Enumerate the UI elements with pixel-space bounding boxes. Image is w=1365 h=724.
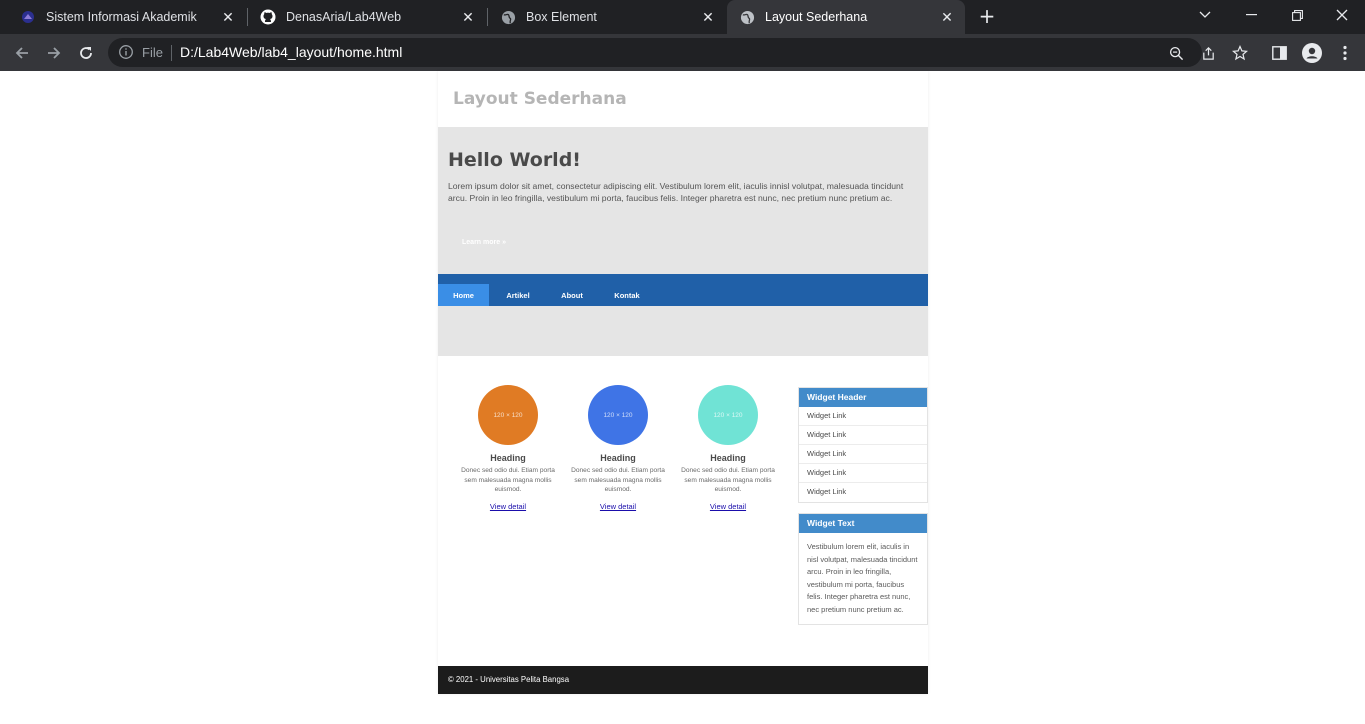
tab-title: Box Element: [526, 10, 597, 24]
widget-link[interactable]: Widget Link: [799, 407, 927, 426]
tab-title: DenasAria/Lab4Web: [286, 10, 402, 24]
restore-icon: [1291, 9, 1303, 21]
site-header: Layout Sederhana: [438, 71, 928, 127]
tab-title: Layout Sederhana: [765, 10, 868, 24]
bookmark-star-icon[interactable]: [1231, 44, 1249, 62]
view-detail-link[interactable]: View detail: [490, 502, 526, 511]
view-detail-link[interactable]: View detail: [710, 502, 746, 511]
close-window-button[interactable]: [1319, 0, 1365, 30]
scheme-label: File: [142, 45, 163, 60]
address-bar[interactable]: File D:/Lab4Web/lab4_layout/home.html: [108, 38, 1248, 67]
side-panel-icon[interactable]: [1268, 42, 1290, 64]
browser-toolbar: File D:/Lab4Web/lab4_layout/home.html: [0, 34, 1365, 71]
tab-sistem-informasi-akademik[interactable]: Sistem Informasi Akademik ✕: [8, 0, 246, 34]
reload-button[interactable]: [73, 40, 99, 66]
globe-icon: [500, 9, 516, 25]
widget-text-body: Vestibulum lorem elit, iaculis in nisl v…: [807, 542, 918, 614]
page-viewport: Layout Sederhana Hello World! Lorem ipsu…: [0, 71, 1365, 724]
widget-link[interactable]: Widget Link: [799, 483, 927, 502]
zoom-icon[interactable]: [1167, 44, 1185, 62]
card-image: 120 × 120: [698, 385, 758, 445]
tab-layout-sederhana[interactable]: Layout Sederhana ✕: [727, 0, 965, 34]
minimize-icon: [1245, 14, 1257, 16]
card-heading: Heading: [710, 453, 746, 463]
widget-link[interactable]: Widget Link: [799, 445, 927, 464]
card-text: Donec sed odio dui. Etiam porta sem male…: [461, 467, 555, 494]
view-detail-link[interactable]: View detail: [600, 502, 636, 511]
forward-button[interactable]: [41, 40, 67, 66]
page-container: Layout Sederhana Hello World! Lorem ipsu…: [438, 71, 928, 694]
card-text: Donec sed odio dui. Etiam porta sem male…: [571, 467, 665, 494]
close-icon[interactable]: ✕: [939, 9, 955, 25]
chevron-down-icon: [1199, 11, 1211, 18]
card-text: Donec sed odio dui. Etiam porta sem male…: [681, 467, 775, 494]
url-text[interactable]: D:/Lab4Web/lab4_layout/home.html: [180, 44, 402, 60]
widget-header: Widget Header: [799, 388, 927, 407]
globe-icon: [739, 9, 755, 25]
content-card: 120 × 120 Heading Donec sed odio dui. Et…: [678, 385, 778, 514]
new-tab-button[interactable]: +: [976, 6, 998, 28]
nav-item-about[interactable]: About: [548, 284, 596, 306]
close-icon[interactable]: ✕: [220, 9, 236, 25]
github-icon: [260, 9, 276, 25]
hero-text: Lorem ipsum dolor sit amet, consectetur …: [448, 181, 904, 204]
content-card: 120 × 120 Heading Donec sed odio dui. Et…: [458, 385, 558, 514]
info-icon[interactable]: [118, 44, 134, 60]
content-card: 120 × 120 Heading Donec sed odio dui. Et…: [568, 385, 668, 514]
more-menu-icon[interactable]: [1334, 42, 1356, 64]
academic-icon: [20, 9, 36, 25]
arrow-left-icon: [15, 47, 28, 59]
nav-item-home[interactable]: Home: [438, 284, 489, 306]
widget-link[interactable]: Widget Link: [799, 464, 927, 483]
banner-band: [438, 306, 928, 356]
widget-links: Widget Header Widget Link Widget Link Wi…: [798, 387, 928, 503]
tab-title: Sistem Informasi Akademik: [46, 10, 197, 24]
nav-item-artikel[interactable]: Artikel: [494, 284, 542, 306]
address-separator: [171, 45, 172, 61]
widget-link[interactable]: Widget Link: [799, 426, 927, 445]
close-icon: [1336, 9, 1348, 21]
hero-title: Hello World!: [448, 149, 581, 171]
tab-strip: Sistem Informasi Akademik ✕ DenasAria/La…: [0, 0, 1365, 34]
widget-header: Widget Text: [799, 514, 927, 533]
card-image: 120 × 120: [588, 385, 648, 445]
close-icon[interactable]: ✕: [700, 9, 716, 25]
restore-button[interactable]: [1274, 0, 1320, 30]
tab-denasaria-lab4web[interactable]: DenasAria/Lab4Web ✕: [248, 0, 486, 34]
widget-text: Widget Text Vestibulum lorem elit, iacul…: [798, 513, 928, 625]
tab-search-button[interactable]: [1182, 0, 1228, 30]
card-heading: Heading: [490, 453, 526, 463]
share-icon[interactable]: [1199, 44, 1217, 62]
main-nav: Home Artikel About Kontak: [438, 274, 928, 306]
tab-box-element[interactable]: Box Element ✕: [488, 0, 726, 34]
card-heading: Heading: [600, 453, 636, 463]
site-title: Layout Sederhana: [453, 89, 627, 109]
hero-section: Hello World! Lorem ipsum dolor sit amet,…: [438, 127, 928, 274]
site-footer: © 2021 - Universitas Pelita Bangsa: [438, 666, 928, 694]
nav-item-kontak[interactable]: Kontak: [603, 284, 651, 306]
profile-avatar-icon[interactable]: [1301, 42, 1323, 64]
card-image: 120 × 120: [478, 385, 538, 445]
close-icon[interactable]: ✕: [460, 9, 476, 25]
learn-more-button[interactable]: Learn more »: [450, 232, 518, 252]
arrow-right-icon: [48, 47, 61, 59]
footer-text: © 2021 - Universitas Pelita Bangsa: [448, 675, 570, 684]
reload-icon: [80, 47, 92, 59]
back-button[interactable]: [9, 40, 35, 66]
minimize-button[interactable]: [1228, 0, 1274, 30]
